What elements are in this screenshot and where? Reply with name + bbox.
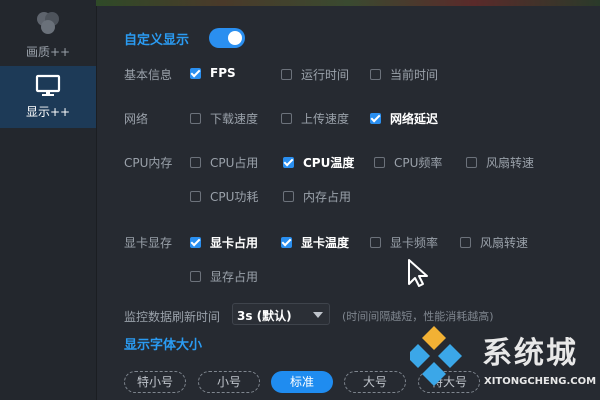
checkbox-unchecked — [283, 191, 294, 202]
checkbox-unchecked — [460, 237, 471, 248]
watermark-logo-icon — [410, 326, 462, 386]
font-size-extra-small[interactable]: 特小号 — [124, 371, 186, 393]
checkbox-checked — [370, 113, 381, 124]
custom-display-label: 自定义显示 — [124, 33, 190, 48]
row-label-network: 网络 — [124, 112, 149, 126]
checkbox-cpu-freq[interactable]: CPU频率 — [374, 154, 442, 171]
checkbox-cpu-fan-speed[interactable]: 风扇转速 — [466, 154, 534, 171]
checkbox-gpu-temp[interactable]: 显卡温度 — [281, 234, 349, 251]
checkbox-run-time[interactable]: 运行时间 — [281, 66, 349, 83]
checkbox-unchecked — [370, 69, 381, 80]
checkbox-unchecked — [281, 113, 292, 124]
sidebar-item-label: 显示++ — [25, 105, 71, 119]
checkbox-cpu-power[interactable]: CPU功耗 — [190, 188, 258, 205]
checkbox-unchecked — [374, 157, 385, 168]
checkbox-vram-usage[interactable]: 显存占用 — [190, 268, 258, 285]
checkbox-unchecked — [190, 191, 201, 202]
checkbox-gpu-freq[interactable]: 显卡频率 — [370, 234, 438, 251]
checkbox-unchecked — [281, 69, 292, 80]
checkbox-network-latency[interactable]: 网络延迟 — [370, 110, 438, 127]
checkbox-checked — [190, 67, 201, 79]
checkbox-unchecked — [466, 157, 477, 168]
row-label-basic: 基本信息 — [124, 68, 173, 82]
checkbox-unchecked — [370, 237, 381, 248]
checkbox-unchecked — [190, 113, 201, 124]
checkbox-download-speed[interactable]: 下载速度 — [190, 110, 258, 127]
row-label-cpu: CPU内存 — [124, 156, 173, 170]
sidebar-item-label: 画质++ — [25, 45, 71, 59]
checkbox-fps[interactable]: FPS — [190, 66, 236, 80]
monitor-icon — [35, 74, 61, 96]
sidebar-item-display[interactable]: 显示++ — [0, 66, 96, 128]
sidebar-item-picture-quality[interactable]: 画质++ — [0, 6, 96, 62]
checkbox-unchecked — [190, 157, 201, 168]
checkbox-current-time[interactable]: 当前时间 — [370, 66, 438, 83]
refresh-interval-select[interactable]: 3s (默认) — [232, 303, 330, 325]
chevron-down-icon — [313, 312, 323, 318]
font-size-standard[interactable]: 标准 — [271, 371, 333, 393]
checkbox-checked — [283, 157, 294, 168]
font-size-small[interactable]: 小号 — [198, 371, 260, 393]
watermark-url: XITONGCHENG.COM — [484, 376, 597, 387]
select-value: 3s (默认) — [237, 309, 292, 323]
circles-icon — [37, 12, 59, 34]
sidebar: 画质++ 显示++ — [0, 0, 97, 400]
checkbox-cpu-temp[interactable]: CPU温度 — [283, 154, 354, 171]
checkbox-gpu-usage[interactable]: 显卡占用 — [190, 234, 258, 251]
checkbox-upload-speed[interactable]: 上传速度 — [281, 110, 349, 127]
checkbox-cpu-usage[interactable]: CPU占用 — [190, 154, 258, 171]
font-size-title: 显示字体大小 — [124, 338, 203, 353]
refresh-interval-label: 监控数据刷新时间 — [124, 310, 221, 324]
font-size-large[interactable]: 大号 — [344, 371, 406, 393]
checkbox-checked — [281, 237, 292, 248]
custom-display-toggle[interactable] — [209, 28, 245, 48]
toggle-knob — [228, 31, 242, 45]
checkbox-gpu-fan-speed[interactable]: 风扇转速 — [460, 234, 528, 251]
checkbox-memory-usage[interactable]: 内存占用 — [283, 188, 351, 205]
watermark-text: 系统城 — [482, 336, 578, 371]
row-label-gpu: 显卡显存 — [124, 236, 173, 250]
game-background-strip — [96, 0, 600, 6]
checkbox-unchecked — [190, 271, 201, 282]
checkbox-checked — [190, 237, 201, 248]
mouse-cursor-icon — [408, 259, 428, 287]
